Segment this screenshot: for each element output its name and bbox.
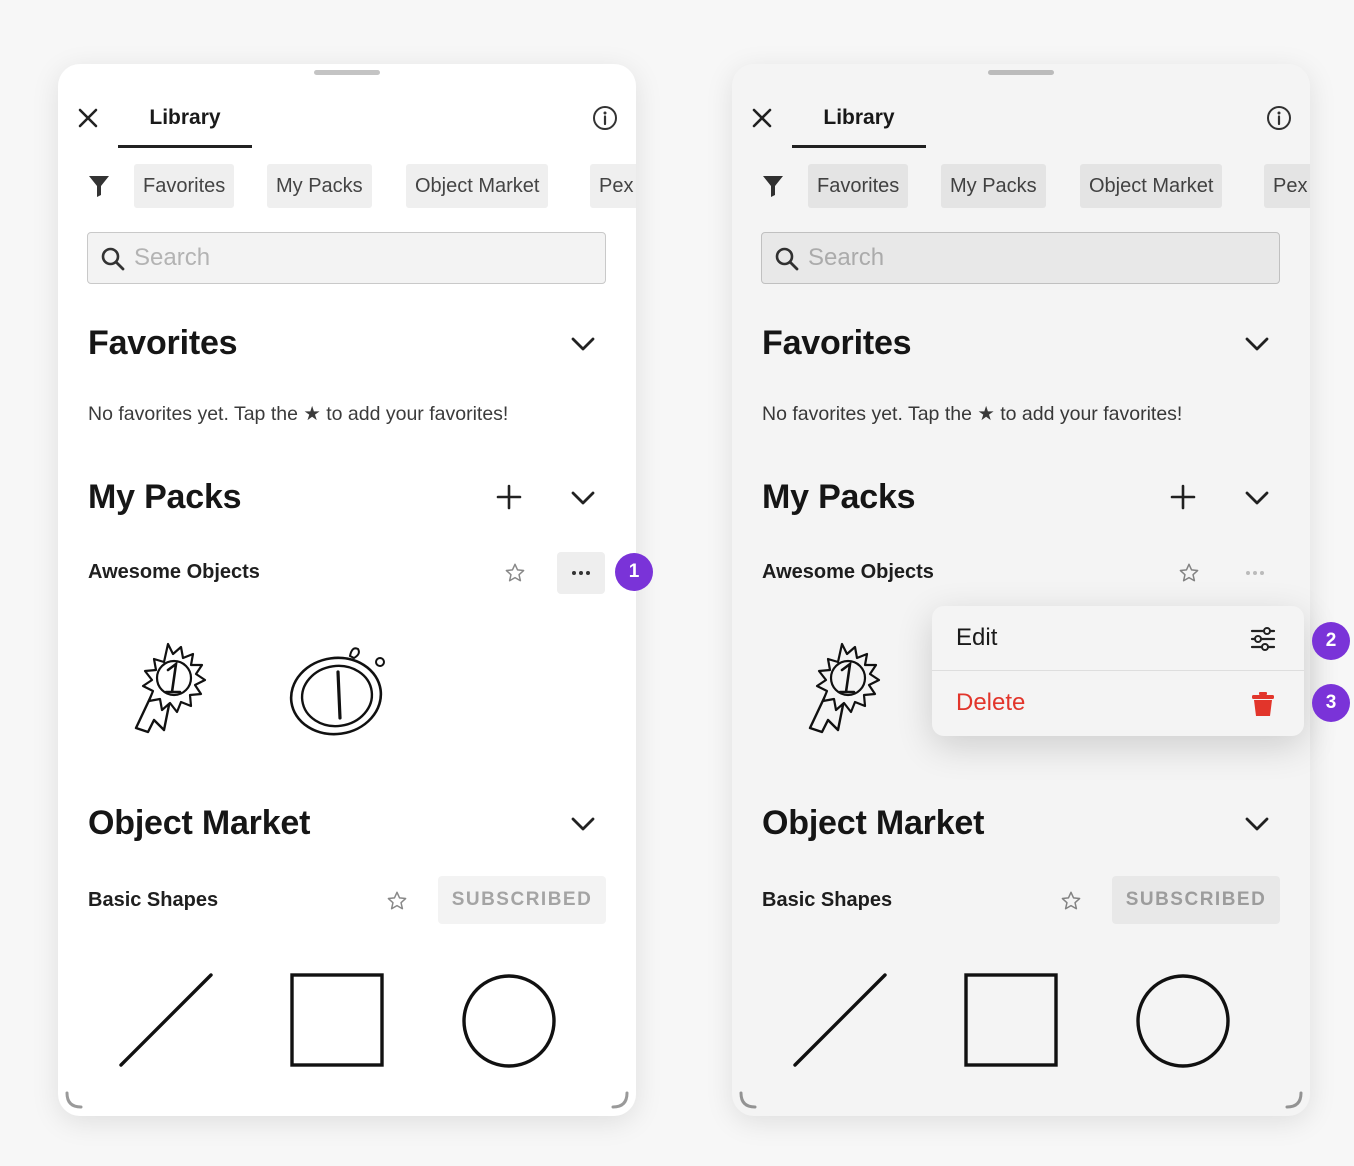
line-shape-thumbnail[interactable] bbox=[792, 972, 888, 1068]
menu-item-delete-label: Delete bbox=[956, 689, 1026, 716]
pack-context-menu: Edit Delete bbox=[932, 606, 1304, 736]
library-panel-right: Library Favorites My Packs Object Market… bbox=[732, 64, 1310, 1116]
favorites-empty-note: No favorites yet. Tap the ★ to add your … bbox=[88, 403, 509, 425]
stage: Library Favorites My Packs Object Market… bbox=[0, 0, 1354, 1166]
circle-shape-thumbnail[interactable] bbox=[461, 973, 557, 1069]
menu-backdrop bbox=[732, 64, 1310, 1116]
filter-icon[interactable] bbox=[762, 174, 784, 198]
star-outline-icon[interactable] bbox=[1178, 562, 1200, 584]
filter-chip-object-market[interactable]: Object Market bbox=[1080, 164, 1223, 208]
chevron-down-icon[interactable] bbox=[1242, 334, 1272, 354]
pack-name-basic-shapes: Basic Shapes bbox=[88, 889, 219, 911]
filter-chip-my-packs[interactable]: My Packs bbox=[941, 164, 1046, 208]
resize-corner-icon[interactable] bbox=[1284, 1090, 1304, 1110]
menu-item-edit[interactable]: Edit bbox=[932, 606, 1304, 671]
my-packs-title: My Packs bbox=[88, 478, 242, 516]
square-shape-thumbnail[interactable] bbox=[290, 973, 384, 1067]
search-icon bbox=[101, 247, 125, 271]
pack-name-awesome-objects: Awesome Objects bbox=[88, 561, 260, 583]
filter-chip-pex[interactable]: Pex bbox=[590, 164, 636, 208]
object-market-title: Object Market bbox=[762, 804, 985, 842]
tab-library[interactable]: Library bbox=[118, 100, 252, 148]
plus-icon[interactable] bbox=[496, 484, 522, 510]
step-badge-1: 1 bbox=[615, 553, 653, 591]
circle-shape-thumbnail[interactable] bbox=[1135, 973, 1231, 1069]
subscribed-button[interactable]: SUBSCRIBED bbox=[438, 876, 606, 924]
chevron-down-icon[interactable] bbox=[568, 334, 598, 354]
resize-corner-icon[interactable] bbox=[738, 1090, 758, 1110]
tab-library[interactable]: Library bbox=[792, 100, 926, 148]
search-input[interactable] bbox=[134, 233, 594, 282]
info-icon[interactable] bbox=[592, 105, 618, 131]
info-icon[interactable] bbox=[1266, 105, 1292, 131]
favorites-empty-note: No favorites yet. Tap the ★ to add your … bbox=[762, 403, 1183, 425]
star-outline-icon[interactable] bbox=[386, 890, 408, 912]
filter-chip-object-market[interactable]: Object Market bbox=[406, 164, 549, 208]
close-icon[interactable] bbox=[750, 106, 774, 130]
star-outline-icon[interactable] bbox=[1060, 890, 1082, 912]
step-badge-3: 3 bbox=[1312, 684, 1350, 722]
trash-icon bbox=[1252, 692, 1274, 716]
line-shape-thumbnail[interactable] bbox=[118, 972, 214, 1068]
pack-more-button[interactable] bbox=[557, 552, 605, 594]
object-market-title: Object Market bbox=[88, 804, 311, 842]
menu-item-delete[interactable]: Delete bbox=[932, 671, 1304, 736]
more-icon bbox=[1246, 571, 1264, 575]
tab-underline bbox=[118, 145, 252, 148]
stopwatch-thumbnail[interactable] bbox=[288, 644, 388, 740]
drag-handle[interactable] bbox=[988, 70, 1054, 75]
favorites-title: Favorites bbox=[88, 324, 238, 362]
step-badge-2: 2 bbox=[1312, 622, 1350, 660]
chevron-down-icon[interactable] bbox=[1242, 488, 1272, 508]
my-packs-title: My Packs bbox=[762, 478, 916, 516]
search-field[interactable] bbox=[761, 232, 1280, 284]
filter-chip-favorites[interactable]: Favorites bbox=[808, 164, 909, 208]
filter-icon[interactable] bbox=[88, 174, 110, 198]
tab-library-label: Library bbox=[149, 106, 221, 129]
menu-item-edit-label: Edit bbox=[956, 624, 998, 651]
pack-more-button[interactable] bbox=[1231, 552, 1279, 594]
drag-handle[interactable] bbox=[314, 70, 380, 75]
award-ribbon-thumbnail[interactable] bbox=[798, 640, 888, 740]
resize-corner-icon[interactable] bbox=[610, 1090, 630, 1110]
library-panel-left: Library Favorites My Packs Object Market… bbox=[58, 64, 636, 1116]
filter-chip-my-packs[interactable]: My Packs bbox=[267, 164, 372, 208]
sliders-icon bbox=[1250, 627, 1276, 651]
pack-name-basic-shapes: Basic Shapes bbox=[762, 889, 893, 911]
search-icon bbox=[775, 247, 799, 271]
filter-chip-pex[interactable]: Pex bbox=[1264, 164, 1310, 208]
pack-name-awesome-objects: Awesome Objects bbox=[762, 561, 934, 583]
chevron-down-icon[interactable] bbox=[1242, 814, 1272, 834]
resize-corner-icon[interactable] bbox=[64, 1090, 84, 1110]
award-ribbon-thumbnail[interactable] bbox=[124, 640, 214, 740]
chevron-down-icon[interactable] bbox=[568, 814, 598, 834]
chevron-down-icon[interactable] bbox=[568, 488, 598, 508]
plus-icon[interactable] bbox=[1170, 484, 1196, 510]
search-input[interactable] bbox=[808, 233, 1268, 282]
search-field[interactable] bbox=[87, 232, 606, 284]
star-outline-icon[interactable] bbox=[504, 562, 526, 584]
more-icon bbox=[572, 571, 590, 575]
subscribed-button[interactable]: SUBSCRIBED bbox=[1112, 876, 1280, 924]
favorites-title: Favorites bbox=[762, 324, 912, 362]
tab-underline bbox=[792, 145, 926, 148]
tab-library-label: Library bbox=[823, 106, 895, 129]
filter-chip-favorites[interactable]: Favorites bbox=[134, 164, 235, 208]
close-icon[interactable] bbox=[76, 106, 100, 130]
square-shape-thumbnail[interactable] bbox=[964, 973, 1058, 1067]
